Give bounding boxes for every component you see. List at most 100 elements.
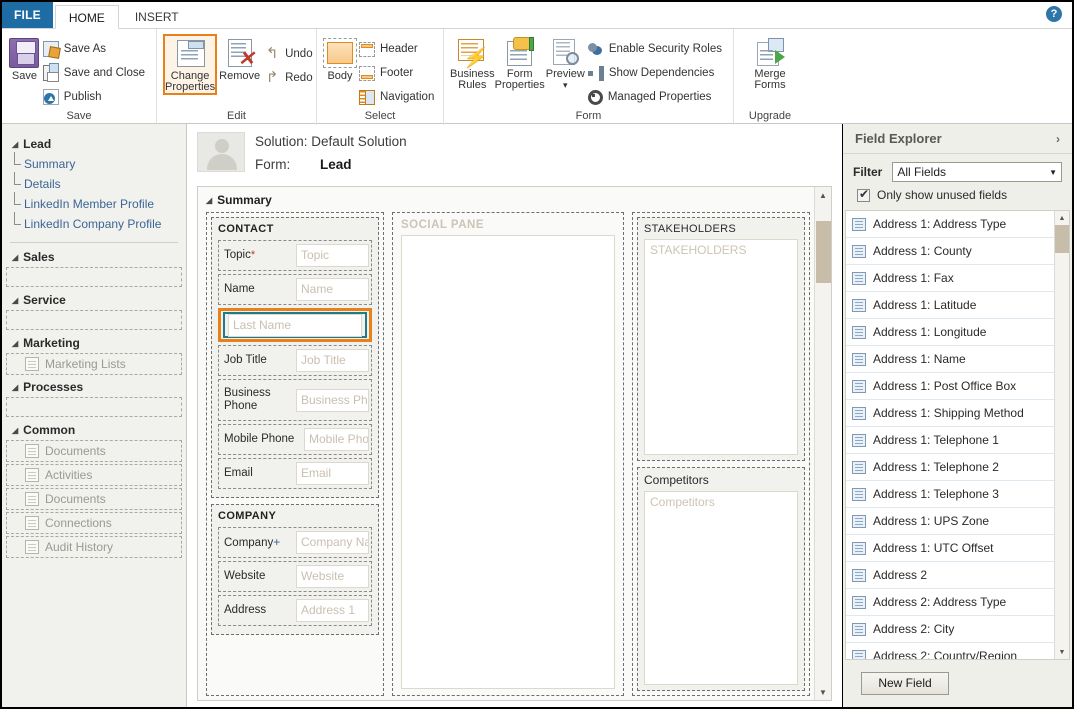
preview-dropdown-arrow[interactable]: ▾ xyxy=(563,80,568,91)
form-properties-button[interactable]: Form Properties xyxy=(495,34,545,91)
form-section-summary-title[interactable]: ◢ Summary xyxy=(206,193,810,207)
form-field-name-input[interactable]: Name xyxy=(296,278,369,301)
sidebar-group-marketing[interactable]: ◢ Marketing xyxy=(2,333,186,353)
form-column-1[interactable]: CONTACT Topic* Topic Name Name Last Name… xyxy=(206,212,384,696)
form-field-topic[interactable]: Topic* Topic xyxy=(218,240,372,271)
scrollbar-track[interactable] xyxy=(815,203,832,684)
form-field-job-title-input[interactable]: Job Title xyxy=(296,349,369,372)
preview-button[interactable]: Preview ▾ xyxy=(545,34,586,91)
form-field-business-phone-input[interactable]: Business Phon xyxy=(296,388,369,412)
scroll-down-icon[interactable]: ▼ xyxy=(1059,645,1066,659)
form-field-email[interactable]: Email Email xyxy=(218,458,372,489)
sidebar-group-service[interactable]: ◢ Service xyxy=(2,290,186,310)
enable-security-roles-button[interactable]: Enable Security Roles xyxy=(586,37,727,61)
chevron-right-icon[interactable]: › xyxy=(1056,132,1060,146)
business-rules-button[interactable]: ⚡ Business Rules xyxy=(450,34,495,91)
scrollbar-track[interactable] xyxy=(1054,225,1069,645)
sidebar-empty-slot[interactable] xyxy=(6,397,182,417)
save-and-close-button[interactable]: Save and Close xyxy=(41,61,150,85)
sidebar-item-documents-1[interactable]: Documents xyxy=(6,440,182,462)
sidebar-group-lead[interactable]: ◢ Lead xyxy=(2,134,186,154)
help-icon[interactable]: ? xyxy=(1046,6,1062,22)
field-explorer-row[interactable]: Address 1: Telephone 3 xyxy=(846,481,1054,508)
body-button[interactable]: Body xyxy=(323,34,357,82)
field-explorer-row[interactable]: Address 1: Latitude xyxy=(846,292,1054,319)
form-field-website-input[interactable]: Website xyxy=(296,565,369,588)
field-explorer-row[interactable]: Address 1: Telephone 1 xyxy=(846,427,1054,454)
form-group-contact[interactable]: CONTACT Topic* Topic Name Name Last Name… xyxy=(211,217,379,498)
form-field-company[interactable]: Company+ Company Nam xyxy=(218,527,372,558)
field-explorer-row[interactable]: Address 1: Post Office Box xyxy=(846,373,1054,400)
new-field-button[interactable]: New Field xyxy=(861,672,949,695)
field-explorer-row[interactable]: Address 2: Address Type xyxy=(846,589,1054,616)
undo-button[interactable]: ↰ Undo xyxy=(262,42,318,66)
sidebar-item-details[interactable]: Details xyxy=(2,172,186,194)
field-explorer-row[interactable]: Address 1: UTC Offset xyxy=(846,535,1054,562)
form-field-company-input[interactable]: Company Nam xyxy=(296,531,369,554)
field-explorer-row[interactable]: Address 1: Fax xyxy=(846,265,1054,292)
form-field-business-phone[interactable]: Business Phone Business Phon xyxy=(218,379,372,421)
tab-home[interactable]: HOME xyxy=(54,5,119,29)
navigation-button[interactable]: Navigation xyxy=(357,85,439,109)
form-vertical-scrollbar[interactable]: ▲ ▼ xyxy=(814,187,831,700)
form-field-email-input[interactable]: Email xyxy=(296,462,369,485)
form-stakeholders-body[interactable]: STAKEHOLDERS xyxy=(644,239,798,455)
form-field-job-title[interactable]: Job Title Job Title xyxy=(218,345,372,376)
sidebar-item-connections[interactable]: Connections xyxy=(6,512,182,534)
field-explorer-row[interactable]: Address 1: County xyxy=(846,238,1054,265)
form-stakeholders-pane[interactable]: STAKEHOLDERS STAKEHOLDERS xyxy=(637,217,805,461)
field-explorer-row[interactable]: Address 1: UPS Zone xyxy=(846,508,1054,535)
form-social-pane-body[interactable] xyxy=(401,235,615,689)
tab-insert[interactable]: INSERT xyxy=(121,4,193,28)
redo-button[interactable]: ↱ Redo xyxy=(262,66,318,90)
field-explorer-row[interactable]: Address 1: Shipping Method xyxy=(846,400,1054,427)
sidebar-group-common[interactable]: ◢ Common xyxy=(2,420,186,440)
form-field-address[interactable]: Address Address 1 xyxy=(218,595,372,626)
only-unused-fields-checkbox[interactable] xyxy=(857,187,870,202)
form-field-website[interactable]: Website Website xyxy=(218,561,372,592)
tab-file[interactable]: FILE xyxy=(2,2,53,28)
footer-button[interactable]: Footer xyxy=(357,61,439,85)
sidebar-item-linkedin-member-profile[interactable]: LinkedIn Member Profile xyxy=(2,192,186,214)
save-button[interactable]: Save xyxy=(8,34,41,82)
publish-button[interactable]: Publish xyxy=(41,85,150,109)
sidebar-group-sales[interactable]: ◢ Sales xyxy=(2,247,186,267)
sidebar-empty-slot[interactable] xyxy=(6,310,182,330)
merge-forms-button[interactable]: Merge Forms xyxy=(742,34,798,91)
change-properties-button[interactable]: Change Properties xyxy=(163,34,218,95)
filter-select[interactable]: All Fields ▼ xyxy=(892,162,1062,182)
sidebar-item-linkedin-company-profile[interactable]: LinkedIn Company Profile xyxy=(2,212,186,234)
managed-properties-button[interactable]: Managed Properties xyxy=(586,85,727,109)
form-field-mobile-phone-input[interactable]: Mobile Phone xyxy=(304,428,369,451)
form-field-last-name-input[interactable]: Last Name xyxy=(228,313,362,337)
only-unused-fields-checkbox-row[interactable]: Only show unused fields xyxy=(843,184,1072,210)
form-competitors-pane[interactable]: Competitors Competitors xyxy=(637,466,805,691)
form-column-2[interactable]: SOCIAL PANE xyxy=(392,212,624,696)
remove-button[interactable]: ✕ Remove xyxy=(219,34,260,82)
field-explorer-row[interactable]: Address 2: City xyxy=(846,616,1054,643)
scroll-down-icon[interactable]: ▼ xyxy=(815,684,832,700)
field-explorer-row[interactable]: Address 1: Name xyxy=(846,346,1054,373)
field-explorer-row[interactable]: Address 1: Longitude xyxy=(846,319,1054,346)
sidebar-group-processes[interactable]: ◢ Processes xyxy=(2,377,186,397)
show-dependencies-button[interactable]: Show Dependencies xyxy=(586,61,727,85)
form-column-3[interactable]: STAKEHOLDERS STAKEHOLDERS Competitors Co… xyxy=(632,212,810,696)
form-group-company[interactable]: COMPANY Company+ Company Nam Website Web… xyxy=(211,504,379,635)
scroll-up-icon[interactable]: ▲ xyxy=(815,187,832,203)
sidebar-empty-slot[interactable] xyxy=(6,267,182,287)
scrollbar-thumb[interactable] xyxy=(1054,225,1069,253)
field-explorer-row[interactable]: Address 2: Country/Region xyxy=(846,643,1054,659)
sidebar-item-activities[interactable]: Activities xyxy=(6,464,182,486)
field-explorer-row[interactable]: Address 2 xyxy=(846,562,1054,589)
sidebar-item-documents-2[interactable]: Documents xyxy=(6,488,182,510)
sidebar-item-marketing-lists[interactable]: Marketing Lists xyxy=(6,353,182,375)
field-explorer-scrollbar[interactable]: ▲ ▼ xyxy=(1054,211,1069,659)
scrollbar-thumb[interactable] xyxy=(815,221,831,283)
form-field-name[interactable]: Name Name xyxy=(218,274,372,305)
form-field-address-input[interactable]: Address 1 xyxy=(296,599,369,622)
sidebar-item-summary[interactable]: Summary xyxy=(2,152,186,174)
form-field-mobile-phone[interactable]: Mobile Phone Mobile Phone xyxy=(218,424,372,455)
save-as-button[interactable]: Save As xyxy=(41,37,150,61)
field-explorer-row[interactable]: Address 1: Address Type xyxy=(846,211,1054,238)
form-social-pane[interactable]: SOCIAL PANE xyxy=(392,212,624,696)
